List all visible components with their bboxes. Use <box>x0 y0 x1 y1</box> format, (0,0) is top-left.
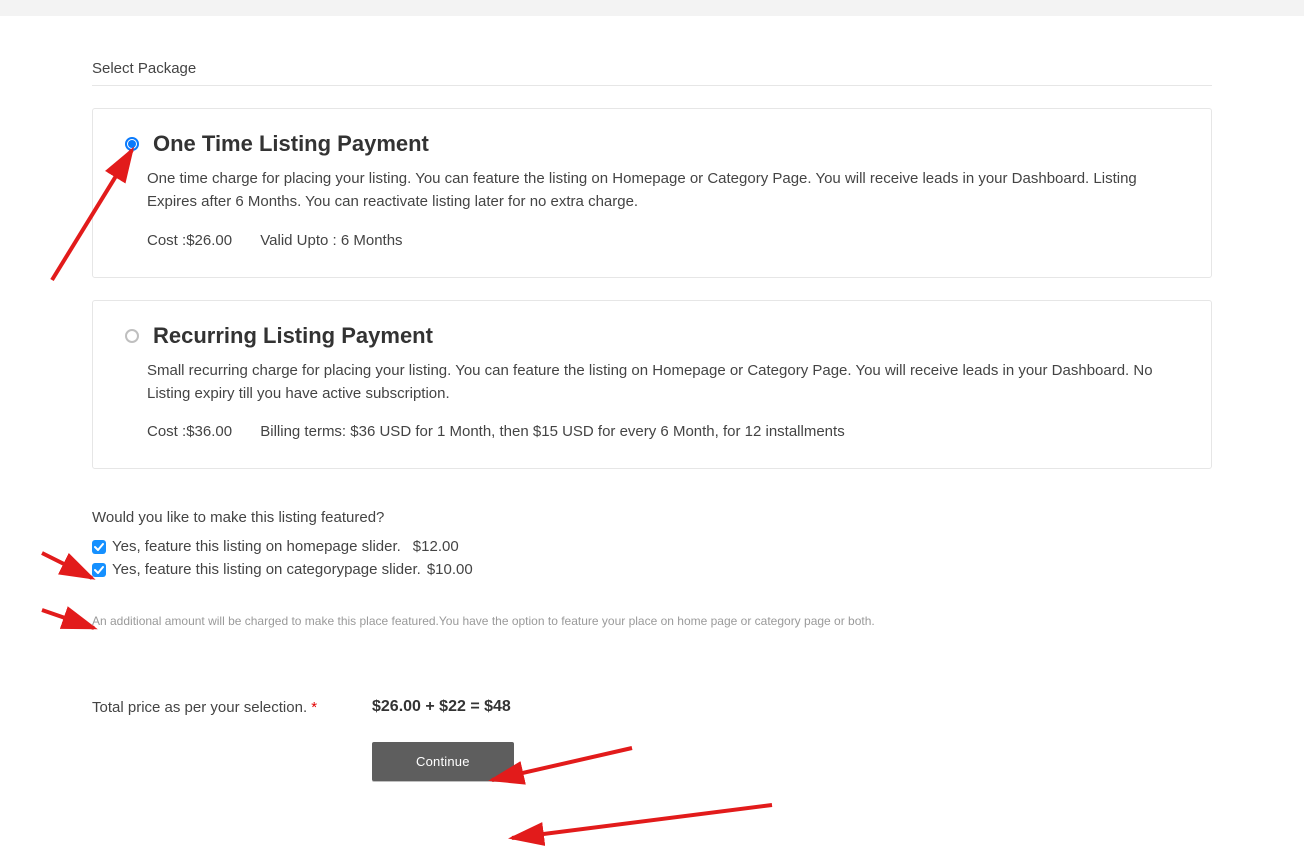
section-header: Select Package <box>92 60 1212 86</box>
featured-note: An additional amount will be charged to … <box>92 614 1212 628</box>
cost-label: Cost : <box>147 232 186 249</box>
package-meta: Cost :$36.00 Billing terms: $36 USD for … <box>147 423 1181 440</box>
annotation-arrow-icon <box>502 800 782 850</box>
package-card-recurring[interactable]: Recurring Listing Payment Small recurrin… <box>92 300 1212 470</box>
package-description: One time charge for placing your listing… <box>147 167 1181 214</box>
checkbox-feature-homepage[interactable] <box>92 540 106 554</box>
total-row: Total price as per your selection. * $26… <box>92 698 1212 716</box>
top-strip <box>0 0 1304 16</box>
extra-value: $36 USD for 1 Month, then $15 USD for ev… <box>350 423 844 440</box>
feature-options: Yes, feature this listing on homepage sl… <box>92 538 1212 578</box>
feature-option-category[interactable]: Yes, feature this listing on categorypag… <box>92 561 1212 578</box>
total-label: Total price as per your selection. <box>92 699 307 716</box>
radio-one-time[interactable] <box>125 137 139 151</box>
package-card-one-time[interactable]: One Time Listing Payment One time charge… <box>92 108 1212 278</box>
package-description: Small recurring charge for placing your … <box>147 359 1181 406</box>
radio-recurring[interactable] <box>125 329 139 343</box>
page-container: Select Package One Time Listing Payment … <box>62 60 1242 841</box>
feature-option-price: $12.00 <box>413 538 459 555</box>
feature-option-price: $10.00 <box>427 561 473 578</box>
feature-option-label: Yes, feature this listing on homepage sl… <box>112 538 401 555</box>
extra-label: Valid Upto : <box>260 232 336 249</box>
package-title: One Time Listing Payment <box>153 131 429 157</box>
check-icon <box>94 565 104 575</box>
package-meta: Cost :$26.00 Valid Upto : 6 Months <box>147 232 1181 249</box>
extra-label: Billing terms: <box>260 423 346 440</box>
feature-option-homepage[interactable]: Yes, feature this listing on homepage sl… <box>92 538 1212 555</box>
check-icon <box>94 542 104 552</box>
total-expression: $26.00 + $22 = $48 <box>372 698 511 716</box>
package-title: Recurring Listing Payment <box>153 323 433 349</box>
required-mark: * <box>311 699 317 716</box>
continue-button[interactable]: Continue <box>372 742 514 781</box>
featured-question: Would you like to make this listing feat… <box>92 509 1212 526</box>
section-title: Select Package <box>92 60 196 77</box>
cost-label: Cost : <box>147 423 186 440</box>
cost-value: $26.00 <box>186 232 232 249</box>
cost-value: $36.00 <box>186 423 232 440</box>
checkbox-feature-category[interactable] <box>92 563 106 577</box>
feature-option-label: Yes, feature this listing on categorypag… <box>112 561 421 578</box>
extra-value: 6 Months <box>341 232 403 249</box>
